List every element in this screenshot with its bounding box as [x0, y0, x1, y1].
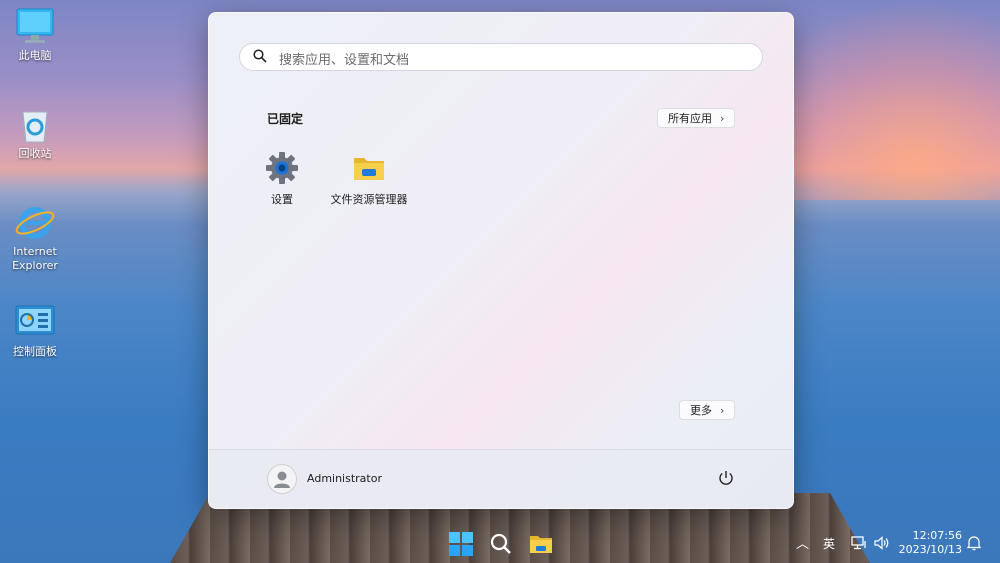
person-icon [274, 471, 290, 488]
start-menu: 搜索应用、设置和文档 已固定 所有应用 › 设置 文件资源管理器 更多 › Ad… [208, 12, 794, 509]
volume-icon[interactable] [874, 536, 890, 550]
chevron-right-icon: › [720, 112, 725, 125]
desktop-icon-label: 此电脑 [18, 49, 52, 62]
chevron-up-icon[interactable]: ︿ [796, 533, 809, 552]
control-panel-icon [15, 305, 55, 335]
taskbar: ︿ 英 12:07:56 2023/10/13 [0, 523, 1000, 563]
search-icon [253, 49, 267, 63]
desktop-icon-internet-explorer[interactable]: Internet Explorer [0, 202, 70, 273]
desktop-icon-recycle-bin[interactable]: 回收站 [0, 104, 70, 161]
desktop-icon-label: 回收站 [18, 147, 52, 160]
clock-time: 12:07:56 [912, 529, 962, 542]
pinned-app-label: 设置 [271, 193, 293, 206]
desktop-icon-label: Internet [13, 245, 57, 258]
desktop-icon-control-panel[interactable]: 控制面板 [0, 302, 70, 359]
pinned-app-settings[interactable]: 设置 [232, 151, 332, 207]
search-input[interactable]: 搜索应用、设置和文档 [239, 43, 763, 71]
start-icon[interactable] [448, 531, 474, 557]
internet-explorer-icon [15, 207, 55, 239]
desktop-icon-label: 控制面板 [13, 345, 57, 358]
settings-gear-icon [266, 152, 298, 184]
chevron-right-icon: › [720, 404, 725, 417]
file-explorer-icon[interactable] [528, 531, 554, 557]
pinned-section-title: 已固定 [267, 112, 304, 126]
desktop-icon-label: Explorer [12, 259, 58, 272]
recycle-bin-icon [22, 111, 48, 143]
power-icon[interactable] [717, 469, 735, 487]
taskbar-clock[interactable]: 12:07:56 2023/10/13 [899, 529, 962, 557]
desktop-icon-this-pc[interactable]: 此电脑 [0, 6, 70, 63]
more-label: 更多 [690, 404, 712, 417]
more-button[interactable]: 更多 › [679, 400, 736, 420]
pinned-app-label: 文件资源管理器 [330, 193, 408, 206]
notification-icon[interactable] [966, 535, 982, 551]
search-icon[interactable] [488, 531, 514, 557]
desktop: 此电脑 回收站 Internet Explorer 控制面板 搜索应用、设置和文… [0, 0, 1000, 563]
folder-icon [354, 158, 384, 180]
pinned-app-file-explorer[interactable]: 文件资源管理器 [319, 151, 419, 207]
search-placeholder: 搜索应用、设置和文档 [279, 53, 410, 68]
user-name[interactable]: Administrator [307, 472, 382, 485]
clock-date: 2023/10/13 [898, 543, 962, 556]
computer-icon [16, 8, 54, 43]
all-apps-label: 所有应用 [668, 112, 712, 125]
ime-indicator[interactable]: 英 [823, 535, 835, 552]
network-icon[interactable] [851, 536, 867, 550]
start-menu-footer: Administrator [209, 449, 793, 508]
user-avatar-icon[interactable] [267, 464, 297, 494]
all-apps-button[interactable]: 所有应用 › [657, 108, 736, 128]
